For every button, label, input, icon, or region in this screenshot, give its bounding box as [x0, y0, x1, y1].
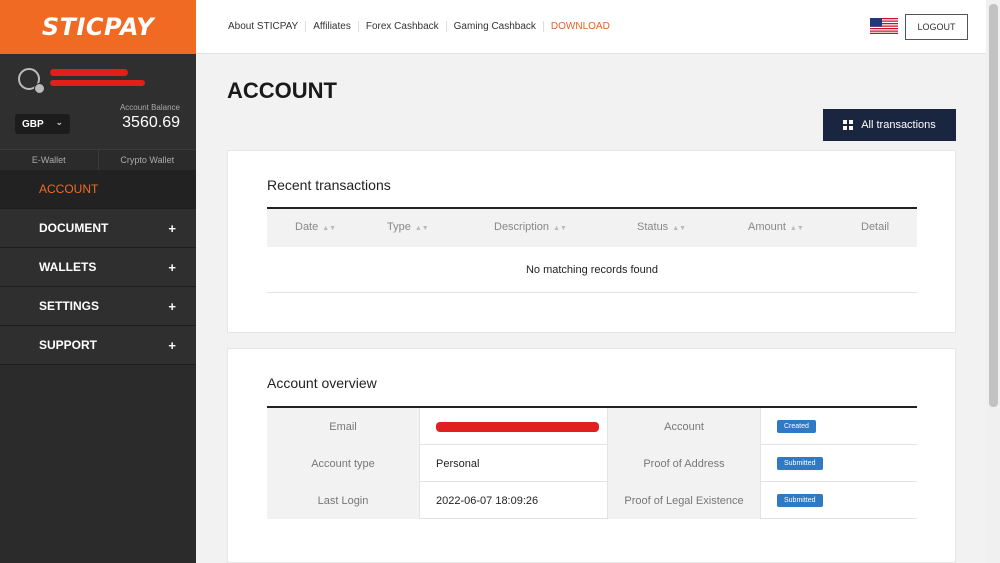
sidebar-item-support[interactable]: SUPPORT +: [0, 326, 196, 365]
sidebar-item-label: SUPPORT: [39, 338, 98, 352]
column-header-detail: Detail: [861, 221, 890, 233]
scrollbar-thumb[interactable]: [989, 4, 998, 407]
table-row: Email Account Created: [267, 408, 917, 445]
proof-of-legal-existence-label: Proof of Legal Existence: [608, 482, 761, 519]
account-overview-card: Account overview Email Account Created A…: [227, 348, 956, 563]
sidebar-nav: ACCOUNT DOCUMENT + WALLETS + SETTINGS + …: [0, 170, 196, 365]
balance-label: Account Balance: [119, 103, 180, 112]
user-avatar-icon[interactable]: [18, 68, 45, 94]
account-type-label: Account type: [267, 445, 420, 482]
table-row: Last Login 2022-06-07 18:09:26 Proof of …: [267, 482, 917, 519]
proof-of-address-cell: Submitted: [761, 445, 917, 482]
sidebar: STICPAY Account Balance 3560.69 GBP ⌄ E-…: [0, 0, 196, 563]
user-panel: [0, 54, 196, 149]
logo-area[interactable]: STICPAY: [0, 0, 196, 54]
top-nav-links: About STICPAY Affiliates Forex Cashback …: [228, 21, 617, 32]
chevron-down-icon: ⌄: [55, 117, 63, 127]
logout-button[interactable]: LOGOUT: [905, 14, 968, 40]
last-login-value: 2022-06-07 18:09:26: [420, 482, 608, 519]
sidebar-item-settings[interactable]: SETTINGS +: [0, 287, 196, 326]
proof-of-legal-existence-cell: Submitted: [761, 482, 917, 519]
redacted-email: [436, 422, 599, 432]
sticpay-logo: STICPAY: [41, 13, 155, 41]
sort-icon: ▲▼: [322, 225, 337, 232]
balance-amount: 3560.69: [122, 114, 180, 131]
status-badge: Created: [777, 420, 816, 433]
page-title: ACCOUNT: [227, 78, 337, 103]
link-about-sticpay[interactable]: About STICPAY: [228, 21, 305, 32]
sort-icon: ▲▼: [553, 225, 567, 232]
sidebar-item-wallets[interactable]: WALLETS +: [0, 248, 196, 287]
column-header-status[interactable]: Status ▲▼: [637, 221, 686, 233]
last-login-label: Last Login: [267, 482, 420, 519]
plus-icon[interactable]: +: [168, 338, 176, 353]
status-badge: Submitted: [777, 494, 823, 507]
proof-of-address-label: Proof of Address: [608, 445, 761, 482]
table-row: Account type Personal Proof of Address S…: [267, 445, 917, 482]
link-affiliates[interactable]: Affiliates: [305, 21, 358, 32]
grid-icon: [843, 120, 854, 130]
tab-e-wallet[interactable]: E-Wallet: [0, 150, 99, 170]
account-overview-table: Email Account Created Account type Perso…: [267, 406, 917, 519]
empty-state-message: No matching records found: [267, 247, 917, 293]
sort-icon: ▲▼: [414, 225, 429, 232]
tab-crypto-wallet[interactable]: Crypto Wallet: [99, 150, 197, 170]
us-flag-icon[interactable]: [870, 18, 898, 34]
sidebar-item-document[interactable]: DOCUMENT +: [0, 209, 196, 248]
email-value: [420, 408, 608, 445]
sidebar-item-label: ACCOUNT: [39, 182, 99, 196]
plus-icon[interactable]: +: [168, 299, 176, 314]
sidebar-item-label: WALLETS: [39, 260, 97, 274]
all-transactions-label: All transactions: [861, 119, 936, 131]
plus-icon[interactable]: +: [168, 221, 176, 236]
all-transactions-button[interactable]: All transactions: [823, 109, 956, 141]
column-header-type[interactable]: Type ▲▼: [387, 221, 429, 233]
wallet-tabs: E-Wallet Crypto Wallet: [0, 149, 196, 170]
recent-transactions-card: Recent transactions Date ▲▼ Type ▲▼ Descri…: [227, 150, 956, 333]
column-header-description[interactable]: Description ▲▼: [494, 221, 567, 233]
link-gaming-cashback[interactable]: Gaming Cashback: [445, 21, 543, 32]
currency-value: GBP: [22, 118, 44, 130]
sort-icon: ▲▼: [789, 225, 804, 232]
sort-icon: ▲▼: [672, 225, 687, 232]
redacted-username: [50, 69, 128, 76]
sidebar-item-label: DOCUMENT: [39, 221, 109, 235]
sidebar-item-account[interactable]: ACCOUNT: [0, 170, 196, 209]
plus-icon[interactable]: +: [168, 260, 176, 275]
sidebar-item-label: SETTINGS: [39, 299, 100, 313]
status-badge: Submitted: [777, 457, 823, 470]
account-status-label: Account: [608, 408, 761, 445]
account-status-cell: Created: [761, 408, 917, 445]
column-header-amount[interactable]: Amount ▲▼: [748, 221, 804, 233]
transactions-table-header: Date ▲▼ Type ▲▼ Description ▲▼ Status ▲▼ Amo…: [267, 207, 917, 247]
account-overview-title: Account overview: [267, 375, 377, 391]
link-download[interactable]: DOWNLOAD: [542, 21, 617, 32]
link-forex-cashback[interactable]: Forex Cashback: [357, 21, 446, 32]
recent-transactions-title: Recent transactions: [267, 177, 391, 193]
top-bar: About STICPAY Affiliates Forex Cashback …: [196, 0, 986, 54]
account-type-value: Personal: [420, 445, 608, 482]
column-header-date[interactable]: Date ▲▼: [295, 221, 336, 233]
currency-select[interactable]: GBP ⌄: [15, 114, 70, 134]
email-label: Email: [267, 408, 420, 445]
redacted-user-email: [50, 80, 145, 86]
